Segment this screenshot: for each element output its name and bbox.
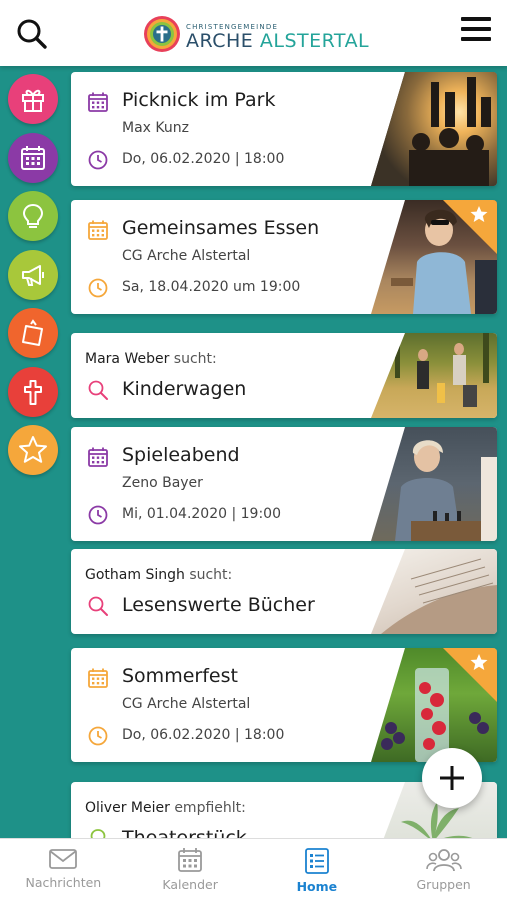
event-card[interactable]: Gemeinsames Essen CG Arche Alstertal Sa,… [71, 200, 497, 314]
event-host: Max Kunz [122, 120, 189, 136]
event-title: Gemeinsames Essen [122, 217, 320, 239]
category-announcements-button[interactable] [8, 249, 58, 300]
event-card[interactable]: Spieleabend Zeno Bayer Mi, 01.04.2020 | … [71, 427, 497, 541]
tab-label: Gruppen [416, 877, 471, 892]
add-button[interactable] [422, 748, 482, 808]
search-item: Kinderwagen [122, 378, 247, 400]
featured-badge [443, 200, 497, 254]
tab-label: Home [296, 879, 338, 894]
category-faith-button[interactable] [8, 366, 58, 417]
event-host: CG Arche Alstertal [122, 696, 251, 712]
clock-icon [88, 505, 108, 525]
home-list-icon [304, 848, 329, 874]
top-bar: CHRISTENGEMEINDE ARCHE ALSTERTAL [0, 0, 507, 66]
tab-nachrichten[interactable]: Nachrichten [0, 839, 127, 900]
category-ideas-button[interactable] [8, 191, 58, 241]
search-item: Lesenswerte Bücher [122, 594, 315, 616]
recommendation-verb: empfiehlt: [174, 800, 246, 816]
clock-icon [88, 150, 108, 170]
featured-badge [443, 648, 497, 702]
logo-emblem-icon [144, 16, 180, 52]
calendar-icon [21, 145, 45, 170]
hamburger-icon [461, 17, 491, 41]
clock-icon [88, 726, 108, 746]
search-button[interactable] [14, 16, 50, 52]
plus-icon [440, 766, 464, 790]
event-date: Mi, 01.04.2020 | 19:00 [122, 506, 281, 522]
event-title: Picknick im Park [122, 89, 276, 111]
logo-word-alstertal: ALSTERTAL [259, 30, 370, 52]
tab-label: Nachrichten [25, 875, 102, 890]
search-photo [371, 333, 497, 418]
menu-button[interactable] [458, 14, 494, 44]
event-card[interactable]: Picknick im Park Max Kunz Do, 06.02.2020… [71, 72, 497, 186]
mail-icon [49, 849, 78, 869]
category-favorites-button[interactable] [8, 425, 58, 475]
gift-icon [22, 89, 44, 112]
category-calendar-button[interactable] [8, 132, 58, 183]
recommendation-author-line: Oliver Meier empfiehlt: [85, 800, 246, 816]
search-author-line: Gotham Singh sucht: [85, 567, 232, 583]
clock-icon [88, 278, 108, 298]
event-photo [371, 427, 497, 541]
category-notes-button[interactable] [8, 308, 58, 358]
app-logo[interactable]: CHRISTENGEMEINDE ARCHE ALSTERTAL [142, 14, 372, 54]
group-icon [425, 849, 462, 872]
bottom-tab-bar: Nachrichten Kalender Home Gruppen [0, 838, 507, 900]
note-icon [22, 319, 43, 346]
event-card[interactable]: Sommerfest CG Arche Alstertal Do, 06.02.… [71, 648, 497, 762]
search-icon [88, 380, 108, 400]
search-author: Mara Weber [85, 351, 170, 367]
category-rail [8, 74, 58, 484]
event-date: Do, 06.02.2020 | 18:00 [122, 151, 285, 167]
cross-icon [24, 379, 42, 405]
logo-wordmark: ARCHE ALSTERTAL [186, 30, 369, 52]
star-icon [443, 200, 497, 254]
search-author-line: Mara Weber sucht: [85, 351, 217, 367]
calendar-icon [88, 92, 108, 112]
lightbulb-icon [22, 203, 44, 228]
event-date: Do, 06.02.2020 | 18:00 [122, 727, 285, 743]
star-icon [443, 648, 497, 702]
event-host: CG Arche Alstertal [122, 248, 251, 264]
calendar-icon [88, 447, 108, 467]
megaphone-icon [22, 264, 44, 286]
search-card[interactable]: Mara Weber sucht: Kinderwagen [71, 333, 497, 418]
search-icon [88, 596, 108, 616]
event-photo [371, 72, 497, 186]
category-gifts-button[interactable] [8, 74, 58, 124]
calendar-icon [88, 668, 108, 688]
event-title: Spieleabend [122, 444, 240, 466]
calendar-icon [88, 220, 108, 240]
event-title: Sommerfest [122, 665, 238, 687]
search-card[interactable]: Gotham Singh sucht: Lesenswerte Bücher [71, 549, 497, 634]
search-icon [17, 19, 47, 49]
event-host: Zeno Bayer [122, 475, 203, 491]
event-date: Sa, 18.04.2020 um 19:00 [122, 279, 301, 295]
tab-home[interactable]: Home [254, 839, 381, 900]
search-author: Gotham Singh [85, 567, 185, 583]
search-verb: sucht: [173, 351, 217, 367]
search-photo [371, 549, 497, 634]
recommendation-author: Oliver Meier [85, 800, 170, 816]
star-icon [19, 436, 47, 463]
tab-kalender[interactable]: Kalender [127, 839, 254, 900]
logo-word-arche: ARCHE [186, 30, 254, 52]
search-verb: sucht: [189, 567, 233, 583]
tab-label: Kalender [162, 877, 218, 892]
tab-gruppen[interactable]: Gruppen [380, 839, 507, 900]
calendar-icon [178, 848, 203, 872]
